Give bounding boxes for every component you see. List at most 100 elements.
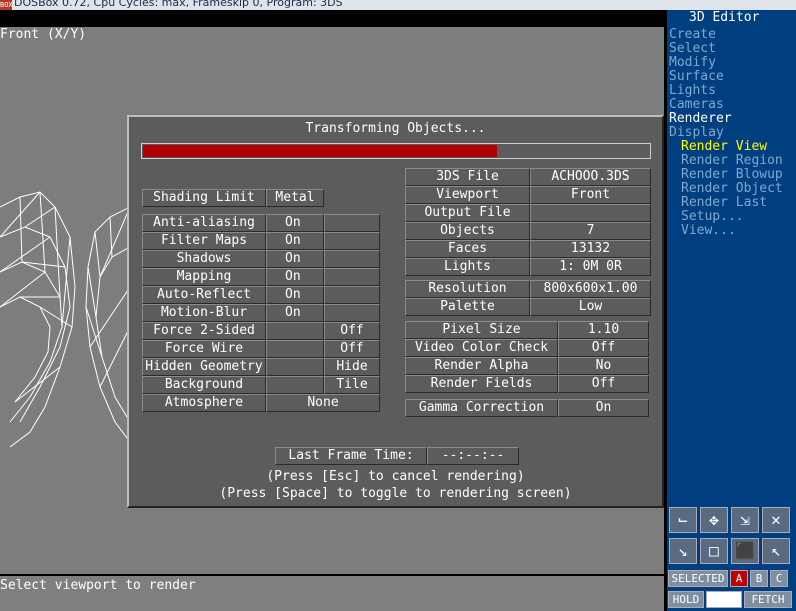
- hold-slot: [706, 591, 742, 608]
- zoom-in-icon[interactable]: ↘: [669, 538, 697, 564]
- submenu-render-last[interactable]: Render Last: [681, 196, 767, 210]
- option-label: Hidden Geometry: [142, 358, 266, 376]
- option-on-cell: On: [266, 268, 324, 286]
- submenu-render-blowup[interactable]: Render Blowup: [681, 168, 783, 182]
- selection-b-button[interactable]: B: [750, 570, 768, 587]
- info-value: ACHOOO.3DS: [530, 168, 651, 186]
- option-label: Motion-Blur: [142, 304, 266, 322]
- option-on-cell: [266, 358, 324, 376]
- option-on-cell: On: [266, 232, 324, 250]
- menu-lights[interactable]: Lights: [669, 84, 716, 98]
- gamma-value: On: [558, 399, 649, 417]
- render-progress-dialog: Transforming Objects... Shading Limit Me…: [127, 115, 664, 508]
- submenu-render-region[interactable]: Render Region: [681, 154, 783, 168]
- window-titlebar: BOX DOSBox 0.72, Cpu Cycles: max, Frames…: [0, 0, 796, 10]
- option-off-cell: [324, 304, 380, 322]
- box-icon[interactable]: ⬛: [731, 538, 759, 564]
- option-off-cell: Tile: [324, 376, 380, 394]
- resolution-label: Resolution: [405, 280, 530, 298]
- panel-title: 3D Editor: [689, 10, 760, 25]
- option-label: Shadows: [142, 250, 266, 268]
- menu-display[interactable]: Display: [669, 126, 724, 140]
- axis-icon[interactable]: ⌙: [669, 507, 697, 533]
- option-off-cell: [324, 286, 380, 304]
- submenu-view[interactable]: View...: [681, 224, 736, 238]
- window-title: DOSBox 0.72, Cpu Cycles: max, Frameskip …: [14, 0, 343, 9]
- menu-renderer[interactable]: Renderer: [669, 112, 732, 126]
- tool-icon-panel: ⌙ ✥ ⇲ ✕ ↘ □ ⬛ ↖ SELECTED A B C HOLD FETC…: [667, 505, 796, 611]
- option-label: Auto-Reflect: [142, 286, 266, 304]
- atmosphere-label: Atmosphere: [142, 394, 266, 412]
- last-frame-label: Last Frame Time:: [275, 447, 427, 465]
- option-label: Force 2-Sided: [142, 322, 266, 340]
- resolution-value: 800x600x1.00: [530, 280, 651, 298]
- option-off-cell: Hide: [324, 358, 380, 376]
- info-value: 1: 0M 0R: [530, 258, 651, 276]
- progress-fill: [143, 145, 497, 157]
- info-label: Output File: [405, 204, 530, 222]
- resolution-label: Palette: [405, 298, 530, 316]
- selection-a-button[interactable]: A: [730, 570, 748, 587]
- option-on-cell: On: [266, 304, 324, 322]
- pan-icon[interactable]: ✥: [700, 507, 728, 533]
- option-on-cell: [266, 376, 324, 394]
- submenu-render-view[interactable]: Render View: [681, 140, 767, 154]
- output-option-value: 1.10: [558, 321, 649, 339]
- option-label: Mapping: [142, 268, 266, 286]
- menu-surface[interactable]: Surface: [669, 70, 724, 84]
- output-option-value: No: [558, 357, 649, 375]
- info-label: Lights: [405, 258, 530, 276]
- selection-c-button[interactable]: C: [770, 570, 788, 587]
- zoom-extents-icon[interactable]: ⇲: [731, 507, 759, 533]
- option-on-cell: On: [266, 250, 324, 268]
- menu-create[interactable]: Create: [669, 28, 716, 42]
- zoom-window-icon[interactable]: □: [700, 538, 728, 564]
- submenu-setup[interactable]: Setup...: [681, 210, 744, 224]
- status-bar: Select viewport to render: [0, 576, 664, 611]
- status-text: Select viewport to render: [0, 578, 196, 593]
- option-on-cell: On: [266, 214, 324, 232]
- option-off-cell: Off: [324, 340, 380, 358]
- command-panel: 3D Editor Create Select Modify Surface L…: [667, 10, 796, 510]
- menu-select[interactable]: Select: [669, 42, 716, 56]
- submenu-render-object[interactable]: Render Object: [681, 182, 783, 196]
- hold-button[interactable]: HOLD: [668, 591, 704, 608]
- option-label: Filter Maps: [142, 232, 266, 250]
- option-on-cell: On: [266, 286, 324, 304]
- info-label: Faces: [405, 240, 530, 258]
- output-option-value: Off: [558, 375, 649, 393]
- esc-hint: (Press [Esc] to cancel rendering): [266, 469, 525, 484]
- dosbox-icon: BOX: [0, 0, 13, 10]
- close-view-icon[interactable]: ✕: [762, 507, 790, 533]
- gamma-label: Gamma Correction: [405, 399, 558, 417]
- info-value: Front: [530, 186, 651, 204]
- info-label: Viewport: [405, 186, 530, 204]
- option-off-cell: [324, 232, 380, 250]
- fetch-button[interactable]: FETCH: [744, 591, 792, 608]
- viewport-label: Front (X/Y): [0, 27, 87, 42]
- space-hint: (Press [Space] to toggle to rendering sc…: [219, 486, 572, 501]
- option-on-cell: [266, 322, 324, 340]
- output-option-label: Pixel Size: [405, 321, 558, 339]
- output-option-label: Render Fields: [405, 375, 558, 393]
- progress-bar: [141, 143, 651, 159]
- info-label: Objects: [405, 222, 530, 240]
- option-label: Force Wire: [142, 340, 266, 358]
- info-label: 3DS File: [405, 168, 530, 186]
- option-off-cell: [324, 214, 380, 232]
- info-value: 7: [530, 222, 651, 240]
- info-value: [530, 204, 651, 222]
- menu-modify[interactable]: Modify: [669, 56, 716, 70]
- option-label: Anti-aliasing: [142, 214, 266, 232]
- option-on-cell: [266, 340, 324, 358]
- shading-limit-value: Metal: [266, 189, 324, 207]
- dialog-title: Transforming Objects...: [305, 121, 486, 136]
- option-off-cell: [324, 250, 380, 268]
- last-frame-value: --:--:--: [427, 447, 519, 465]
- menu-cameras[interactable]: Cameras: [669, 98, 724, 112]
- option-off-cell: Off: [324, 322, 380, 340]
- option-off-cell: [324, 268, 380, 286]
- output-option-label: Video Color Check: [405, 339, 558, 357]
- output-option-label: Render Alpha: [405, 357, 558, 375]
- zoom-out-icon[interactable]: ↖: [762, 538, 790, 564]
